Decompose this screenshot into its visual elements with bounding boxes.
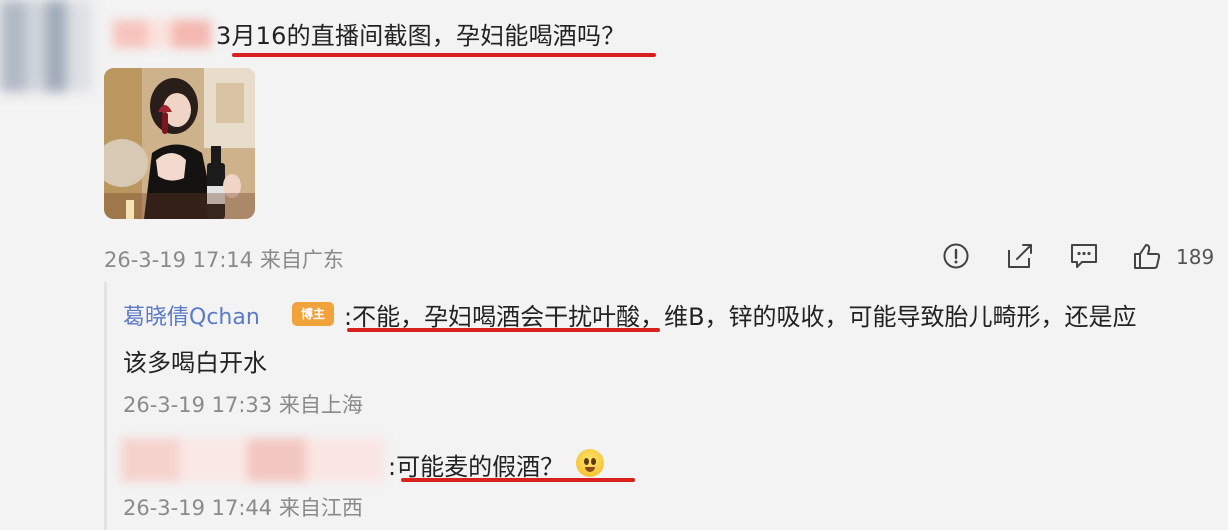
share-button[interactable] [1005,242,1033,270]
blurred-username[interactable] [121,438,385,482]
reply-text: :可能麦的假酒？ [388,453,565,481]
blurred-username[interactable] [113,20,211,48]
comment-text: 3月16的直播间截图，孕妇能喝酒吗？ [216,22,626,50]
alert-circle-icon [943,243,969,269]
report-button[interactable] [942,242,970,270]
like-button[interactable]: 189 [1132,242,1222,272]
author-badge: 博主 [292,302,334,326]
thumbs-up-icon [1134,244,1161,269]
comment-button[interactable] [1069,242,1097,270]
reply-text: :不能，孕妇喝酒会干扰叶酸，维B，锌的吸收，可能导致胎儿畸形，还是应 [344,303,1137,331]
avatar[interactable] [0,0,92,92]
comment-icon [1071,244,1097,268]
comment-timestamp: 26-3-19 17:14 来自广东 [104,248,344,272]
highlight-underline [401,478,635,482]
reply-timestamp: 26-3-19 17:44 来自江西 [123,496,363,520]
photo-illustration [104,68,255,219]
reply-timestamp: 26-3-19 17:33 来自上海 [123,393,363,417]
comment-image[interactable] [104,68,255,219]
highlight-underline [347,328,660,332]
share-icon [1008,244,1032,268]
reply-text-continued: 该多喝白开水 [123,349,267,377]
reply-username[interactable]: 葛晓倩Qchan [123,299,260,331]
crying-emoji-icon [576,449,604,477]
like-count: 189 [1176,245,1215,269]
highlight-underline [232,53,656,57]
